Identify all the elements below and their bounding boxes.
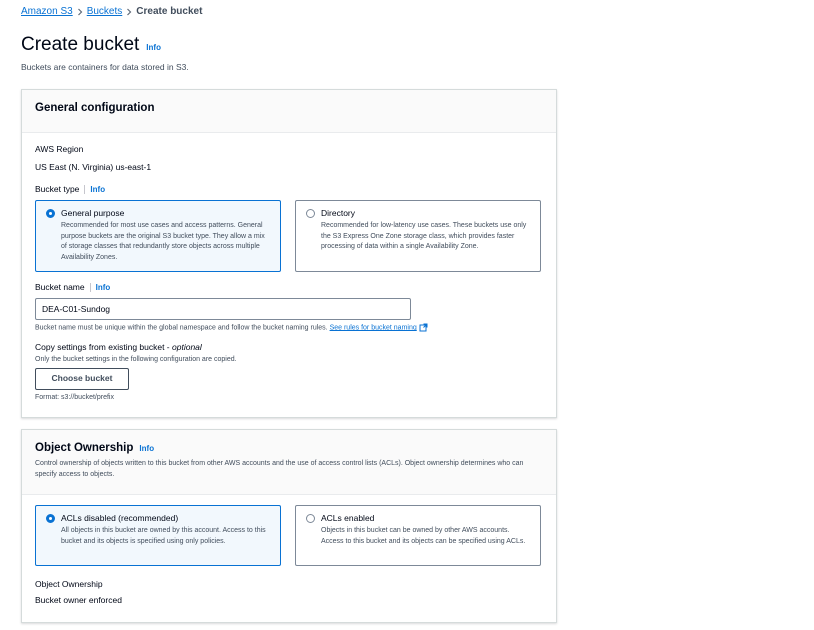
optional-label: optional <box>172 342 202 352</box>
bucket-type-title: General purpose <box>61 208 125 218</box>
bucket-name-hint: Bucket name must be unique within the gl… <box>35 324 328 332</box>
bucket-name-label-row: Bucket name Info <box>35 282 111 293</box>
page-title: Create bucket Info <box>21 34 161 56</box>
bucket-type-label: Bucket type <box>35 184 80 194</box>
acl-option-description: Objects in this bucket can be owned by o… <box>321 527 526 545</box>
breadcrumb-amazon-s3[interactable]: Amazon S3 <box>21 6 73 17</box>
breadcrumb-current: Create bucket <box>136 6 203 17</box>
radio-unselected[interactable] <box>306 514 315 523</box>
bucket-type-info-link[interactable]: Info <box>90 185 105 194</box>
object-ownership-header: Object Ownership Info Control ownership … <box>22 430 556 495</box>
bucket-name-info-link[interactable]: Info <box>96 283 111 292</box>
radio-selected[interactable] <box>46 514 55 523</box>
aws-region-value: US East (N. Virginia) us-east-1 <box>35 162 152 172</box>
page-info-link[interactable]: Info <box>146 43 161 52</box>
external-link-icon <box>419 323 428 332</box>
acl-option-title: ACLs disabled (recommended) <box>61 513 179 523</box>
acls-disabled-option[interactable]: ACLs disabled (recommended) All objects … <box>35 505 281 566</box>
object-ownership-panel: Object Ownership Info Control ownership … <box>21 429 557 623</box>
label-divider <box>84 185 86 195</box>
bucket-name-label: Bucket name <box>35 282 85 292</box>
bucket-type-title: Directory <box>321 208 356 218</box>
copy-settings-label-text: Copy settings from existing bucket - <box>35 342 173 352</box>
bucket-type-directory[interactable]: Directory Recommended for low-latency us… <box>295 200 541 272</box>
bucket-type-description: Recommended for most use cases and acces… <box>61 222 265 261</box>
aws-region-label: AWS Region <box>35 144 84 154</box>
object-ownership-value: Bucket owner enforced <box>35 595 122 605</box>
general-configuration-panel: General configuration AWS Region US East… <box>21 89 557 418</box>
object-ownership-title-row: Object Ownership Info <box>35 442 154 454</box>
bucket-name-input[interactable]: DEA-C01-Sundog <box>35 298 411 320</box>
general-configuration-title: General configuration <box>35 102 155 114</box>
page-description: Buckets are containers for data stored i… <box>21 62 189 72</box>
bucket-name-hint-row: Bucket name must be unique within the gl… <box>35 323 428 332</box>
format-hint: Format: s3://bucket/prefix <box>35 394 114 401</box>
chevron-right-icon <box>122 7 136 17</box>
acl-option-title: ACLs enabled <box>321 513 375 523</box>
object-ownership-info-link[interactable]: Info <box>139 444 154 453</box>
chevron-right-icon <box>73 7 87 17</box>
radio-unselected[interactable] <box>306 209 315 218</box>
choose-bucket-button[interactable]: Choose bucket <box>35 368 129 390</box>
bucket-type-label-row: Bucket type Info <box>35 184 105 195</box>
object-ownership-title: Object Ownership <box>35 442 134 454</box>
object-ownership-label: Object Ownership <box>35 579 103 589</box>
general-configuration-header: General configuration <box>22 90 556 133</box>
acls-enabled-option[interactable]: ACLs enabled Objects in this bucket can … <box>295 505 541 566</box>
object-ownership-description: Control ownership of objects written to … <box>35 460 524 478</box>
bucket-naming-rules-link[interactable]: See rules for bucket naming <box>330 324 417 331</box>
bucket-type-description: Recommended for low-latency use cases. T… <box>321 222 527 250</box>
label-divider <box>89 283 91 293</box>
breadcrumb: Amazon S3 Buckets Create bucket <box>21 6 202 17</box>
copy-settings-hint: Only the bucket settings in the followin… <box>35 356 237 363</box>
page-title-text: Create bucket <box>21 34 140 55</box>
breadcrumb-buckets[interactable]: Buckets <box>87 6 123 17</box>
acl-option-description: All objects in this bucket are owned by … <box>61 527 266 545</box>
copy-settings-label: Copy settings from existing bucket - opt… <box>35 342 202 352</box>
radio-selected[interactable] <box>46 209 55 218</box>
bucket-type-general-purpose[interactable]: General purpose Recommended for most use… <box>35 200 281 272</box>
